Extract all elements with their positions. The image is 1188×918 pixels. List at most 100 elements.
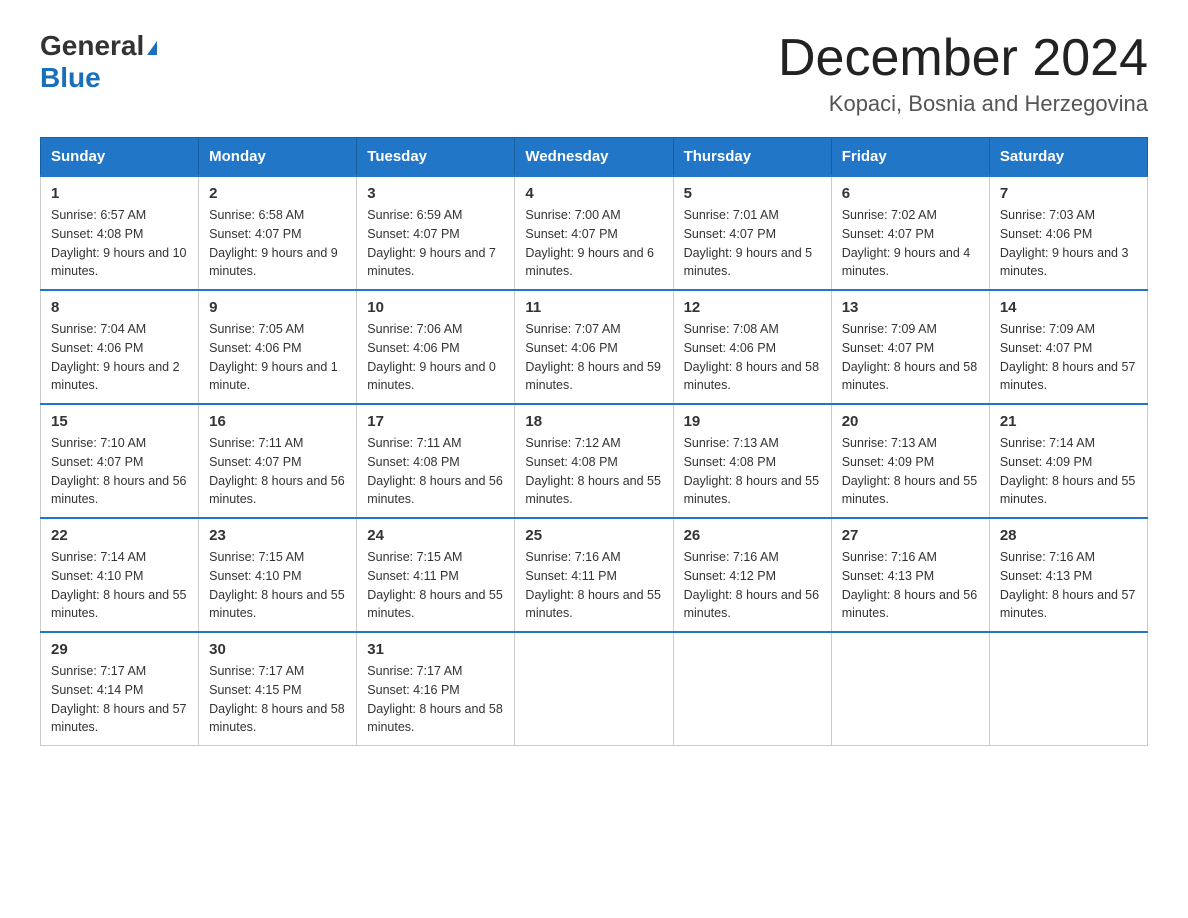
day-info: Sunrise: 6:57 AMSunset: 4:08 PMDaylight:…	[51, 206, 188, 281]
day-number: 16	[209, 413, 346, 430]
day-info: Sunrise: 7:09 AMSunset: 4:07 PMDaylight:…	[842, 320, 979, 395]
calendar-cell: 10 Sunrise: 7:06 AMSunset: 4:06 PMDayligh…	[357, 290, 515, 404]
page-header: General Blue December 2024 Kopaci, Bosni…	[40, 30, 1148, 117]
calendar-cell: 13 Sunrise: 7:09 AMSunset: 4:07 PMDayligh…	[831, 290, 989, 404]
col-tuesday: Tuesday	[357, 138, 515, 177]
day-number: 4	[525, 185, 662, 202]
col-friday: Friday	[831, 138, 989, 177]
day-number: 7	[1000, 185, 1137, 202]
logo-general-line: General	[40, 30, 157, 62]
day-number: 5	[684, 185, 821, 202]
calendar-cell: 30Sunrise: 7:17 AMSunset: 4:15 PMDayligh…	[199, 632, 357, 746]
day-number: 28	[1000, 527, 1137, 544]
logo: General Blue	[40, 30, 157, 94]
calendar-cell: 1Sunrise: 6:57 AMSunset: 4:08 PMDaylight…	[41, 176, 199, 290]
day-number: 14	[1000, 299, 1137, 316]
calendar-cell: 31 Sunrise: 7:17 AMSunset: 4:16 PMDayligh…	[357, 632, 515, 746]
week-row-5: 29Sunrise: 7:17 AMSunset: 4:14 PMDayligh…	[41, 632, 1148, 746]
week-row-4: 22 Sunrise: 7:14 AMSunset: 4:10 PMDayligh…	[41, 518, 1148, 632]
day-info: Sunrise: 7:04 AMSunset: 4:06 PMDaylight:…	[51, 320, 188, 395]
calendar-cell: 7 Sunrise: 7:03 AMSunset: 4:06 PMDaylight…	[989, 176, 1147, 290]
day-info: Sunrise: 7:10 AMSunset: 4:07 PMDaylight:…	[51, 434, 188, 509]
day-info: Sunrise: 7:02 AMSunset: 4:07 PMDaylight:…	[842, 206, 979, 281]
day-number: 24	[367, 527, 504, 544]
day-info: Sunrise: 7:13 AMSunset: 4:08 PMDaylight:…	[684, 434, 821, 509]
day-number: 31	[367, 641, 504, 658]
day-number: 8	[51, 299, 188, 316]
day-info: Sunrise: 7:01 AMSunset: 4:07 PMDaylight:…	[684, 206, 821, 281]
calendar-cell: 29Sunrise: 7:17 AMSunset: 4:14 PMDayligh…	[41, 632, 199, 746]
col-monday: Monday	[199, 138, 357, 177]
day-info: Sunrise: 7:15 AMSunset: 4:11 PMDaylight:…	[367, 548, 504, 623]
calendar-cell: 25Sunrise: 7:16 AMSunset: 4:11 PMDayligh…	[515, 518, 673, 632]
calendar-cell: 24 Sunrise: 7:15 AMSunset: 4:11 PMDayligh…	[357, 518, 515, 632]
day-info: Sunrise: 7:13 AMSunset: 4:09 PMDaylight:…	[842, 434, 979, 509]
calendar-cell	[989, 632, 1147, 746]
day-info: Sunrise: 7:06 AMSunset: 4:06 PMDaylight:…	[367, 320, 504, 395]
day-number: 30	[209, 641, 346, 658]
calendar-cell: 15 Sunrise: 7:10 AMSunset: 4:07 PMDayligh…	[41, 404, 199, 518]
day-number: 23	[209, 527, 346, 544]
calendar-cell: 27 Sunrise: 7:16 AMSunset: 4:13 PMDayligh…	[831, 518, 989, 632]
calendar-cell: 23 Sunrise: 7:15 AMSunset: 4:10 PMDayligh…	[199, 518, 357, 632]
day-info: Sunrise: 7:17 AMSunset: 4:14 PMDaylight:…	[51, 662, 188, 737]
day-number: 22	[51, 527, 188, 544]
col-saturday: Saturday	[989, 138, 1147, 177]
day-number: 15	[51, 413, 188, 430]
day-info: Sunrise: 7:09 AMSunset: 4:07 PMDaylight:…	[1000, 320, 1137, 395]
col-wednesday: Wednesday	[515, 138, 673, 177]
title-section: December 2024 Kopaci, Bosnia and Herzego…	[778, 30, 1148, 117]
header-row: Sunday Monday Tuesday Wednesday Thursday…	[41, 138, 1148, 177]
day-info: Sunrise: 7:12 AMSunset: 4:08 PMDaylight:…	[525, 434, 662, 509]
month-title: December 2024	[778, 30, 1148, 87]
day-number: 3	[367, 185, 504, 202]
calendar-cell: 26Sunrise: 7:16 AMSunset: 4:12 PMDayligh…	[673, 518, 831, 632]
day-info: Sunrise: 7:11 AMSunset: 4:07 PMDaylight:…	[209, 434, 346, 509]
day-number: 6	[842, 185, 979, 202]
calendar-cell: 3 Sunrise: 6:59 AMSunset: 4:07 PMDaylight…	[357, 176, 515, 290]
week-row-3: 15 Sunrise: 7:10 AMSunset: 4:07 PMDayligh…	[41, 404, 1148, 518]
logo-blue-line: Blue	[40, 62, 101, 94]
day-info: Sunrise: 7:17 AMSunset: 4:16 PMDaylight:…	[367, 662, 504, 737]
calendar-cell: 11 Sunrise: 7:07 AMSunset: 4:06 PMDayligh…	[515, 290, 673, 404]
week-row-2: 8 Sunrise: 7:04 AMSunset: 4:06 PMDaylight…	[41, 290, 1148, 404]
calendar-cell	[673, 632, 831, 746]
day-number: 13	[842, 299, 979, 316]
logo-general-text: General	[40, 30, 144, 61]
day-info: Sunrise: 6:59 AMSunset: 4:07 PMDaylight:…	[367, 206, 504, 281]
calendar-cell: 6 Sunrise: 7:02 AMSunset: 4:07 PMDaylight…	[831, 176, 989, 290]
day-info: Sunrise: 7:14 AMSunset: 4:09 PMDaylight:…	[1000, 434, 1137, 509]
calendar-cell: 19Sunrise: 7:13 AMSunset: 4:08 PMDayligh…	[673, 404, 831, 518]
day-number: 9	[209, 299, 346, 316]
day-number: 11	[525, 299, 662, 316]
day-info: Sunrise: 7:15 AMSunset: 4:10 PMDaylight:…	[209, 548, 346, 623]
calendar-cell: 18 Sunrise: 7:12 AMSunset: 4:08 PMDayligh…	[515, 404, 673, 518]
day-info: Sunrise: 7:14 AMSunset: 4:10 PMDaylight:…	[51, 548, 188, 623]
logo-blue-text: Blue	[40, 62, 101, 93]
day-number: 2	[209, 185, 346, 202]
day-number: 18	[525, 413, 662, 430]
day-number: 21	[1000, 413, 1137, 430]
col-sunday: Sunday	[41, 138, 199, 177]
day-number: 20	[842, 413, 979, 430]
day-number: 17	[367, 413, 504, 430]
day-info: Sunrise: 7:03 AMSunset: 4:06 PMDaylight:…	[1000, 206, 1137, 281]
day-info: Sunrise: 7:08 AMSunset: 4:06 PMDaylight:…	[684, 320, 821, 395]
calendar-cell: 16 Sunrise: 7:11 AMSunset: 4:07 PMDayligh…	[199, 404, 357, 518]
col-thursday: Thursday	[673, 138, 831, 177]
day-number: 10	[367, 299, 504, 316]
day-number: 25	[525, 527, 662, 544]
day-info: Sunrise: 6:58 AMSunset: 4:07 PMDaylight:…	[209, 206, 346, 281]
day-info: Sunrise: 7:07 AMSunset: 4:06 PMDaylight:…	[525, 320, 662, 395]
day-info: Sunrise: 7:16 AMSunset: 4:13 PMDaylight:…	[1000, 548, 1137, 623]
calendar-cell: 12Sunrise: 7:08 AMSunset: 4:06 PMDayligh…	[673, 290, 831, 404]
day-number: 27	[842, 527, 979, 544]
calendar-cell	[515, 632, 673, 746]
calendar-table: Sunday Monday Tuesday Wednesday Thursday…	[40, 137, 1148, 746]
calendar-cell: 28 Sunrise: 7:16 AMSunset: 4:13 PMDayligh…	[989, 518, 1147, 632]
location-subtitle: Kopaci, Bosnia and Herzegovina	[778, 91, 1148, 117]
calendar-cell: 8 Sunrise: 7:04 AMSunset: 4:06 PMDaylight…	[41, 290, 199, 404]
day-info: Sunrise: 7:00 AMSunset: 4:07 PMDaylight:…	[525, 206, 662, 281]
day-info: Sunrise: 7:16 AMSunset: 4:13 PMDaylight:…	[842, 548, 979, 623]
calendar-cell: 17Sunrise: 7:11 AMSunset: 4:08 PMDayligh…	[357, 404, 515, 518]
